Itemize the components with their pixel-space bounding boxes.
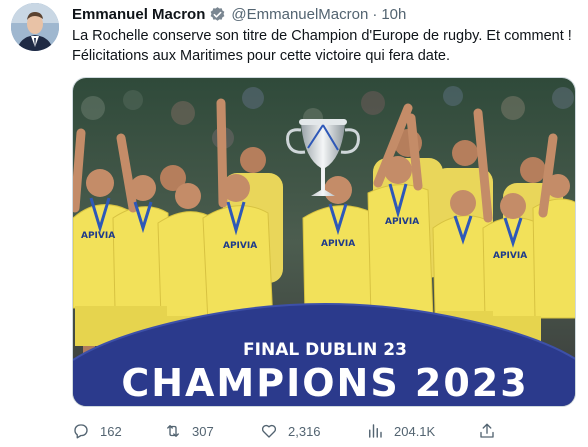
retweet-button[interactable]: 307 — [164, 422, 214, 440]
jersey-sponsor-text: APIVIA — [321, 239, 355, 249]
author-name[interactable]: Emmanuel Macron — [72, 6, 205, 23]
reply-icon — [74, 424, 88, 439]
views-count: 204.1K — [394, 423, 436, 439]
reply-count: 162 — [100, 423, 122, 439]
separator-dot: · — [372, 5, 378, 23]
tweet-photo[interactable]: APIVIA APIVIA APIVIA APIVIA APIVIA FINAL… — [72, 77, 576, 407]
avatar-portrait — [11, 3, 59, 51]
like-count: 2,316 — [288, 423, 321, 439]
jersey-sponsor-text: APIVIA — [81, 231, 115, 241]
views-icon — [369, 424, 382, 438]
jersey-sponsor-text: APIVIA — [385, 217, 419, 227]
jersey-sponsor-text: APIVIA — [493, 251, 527, 261]
team-celebration-image: APIVIA APIVIA APIVIA APIVIA APIVIA FINAL… — [73, 78, 575, 406]
tweet-time[interactable]: 10h — [381, 6, 406, 23]
tweet-text: La Rochelle conserve son titre de Champi… — [72, 28, 572, 64]
reply-button[interactable]: 162 — [72, 422, 122, 440]
tweet-header: Emmanuel Macron @EmmanuelMacron · 10h — [72, 4, 406, 24]
avatar[interactable] — [11, 3, 59, 51]
banner-title: CHAMPIONS 2023 — [121, 361, 528, 405]
share-button[interactable] — [478, 422, 506, 440]
banner-subtitle: FINAL DUBLIN 23 — [243, 340, 407, 360]
tweet-action-bar: 162 307 2,316 204.1K — [72, 418, 576, 444]
author-handle[interactable]: @EmmanuelMacron — [231, 6, 368, 23]
jersey-sponsor-text: APIVIA — [223, 241, 257, 251]
like-icon — [261, 424, 277, 438]
retweet-icon — [167, 425, 179, 437]
verified-badge-icon — [209, 6, 226, 23]
retweet-count: 307 — [192, 423, 214, 439]
views-button[interactable]: 204.1K — [366, 422, 435, 440]
like-button[interactable]: 2,316 — [260, 422, 321, 440]
share-icon — [480, 423, 494, 438]
